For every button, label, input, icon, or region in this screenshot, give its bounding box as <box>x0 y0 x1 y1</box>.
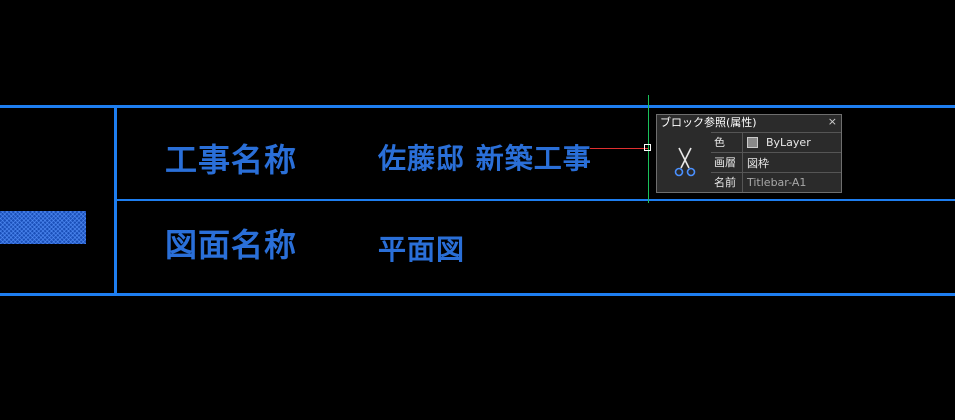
name-value: Titlebar-A1 <box>747 176 807 189</box>
frame-vertical-divider <box>114 105 117 296</box>
color-value: ByLayer <box>766 136 811 149</box>
project-name-label: 工事名称 <box>165 141 298 179</box>
hatched-logo-block <box>0 211 86 244</box>
tooltip-key: 名前 <box>711 173 743 192</box>
tooltip-row-color: 色 ByLayer <box>711 132 841 152</box>
frame-middle-line <box>114 199 955 201</box>
frame-top-line <box>0 105 955 108</box>
tooltip-key: 色 <box>711 133 743 152</box>
tooltip-row-name: 名前 Titlebar-A1 <box>711 172 841 192</box>
cursor-pickbox <box>644 144 651 151</box>
color-swatch <box>747 137 758 148</box>
crosshair-horizontal <box>590 148 648 149</box>
drawing-name-value: 平面図 <box>378 233 466 266</box>
tooltip-close-button[interactable]: × <box>828 115 837 129</box>
layer-value: 図枠 <box>747 156 769 170</box>
project-name-value: 佐藤邸 新築工事 <box>378 142 592 175</box>
tooltip-row-layer: 画層 図枠 <box>711 152 841 172</box>
frame-bottom-line <box>0 293 955 296</box>
cad-drawing-canvas[interactable]: 工事名称 佐藤邸 新築工事 図面名称 平面図 ブロック参照(属性) × 色 By… <box>0 0 955 420</box>
tooltip-properties: 色 ByLayer 画層 図枠 名前 Titlebar-A1 <box>711 132 841 192</box>
drawing-name-label: 図面名称 <box>165 226 298 264</box>
tooltip-key: 画層 <box>711 153 743 172</box>
tooltip-title: ブロック参照(属性) <box>660 116 757 129</box>
block-reference-tooltip: ブロック参照(属性) × 色 ByLayer 画層 図枠 名前 Titlebar… <box>656 114 842 193</box>
scissors-icon <box>659 133 711 191</box>
tooltip-value: ByLayer <box>743 133 811 152</box>
